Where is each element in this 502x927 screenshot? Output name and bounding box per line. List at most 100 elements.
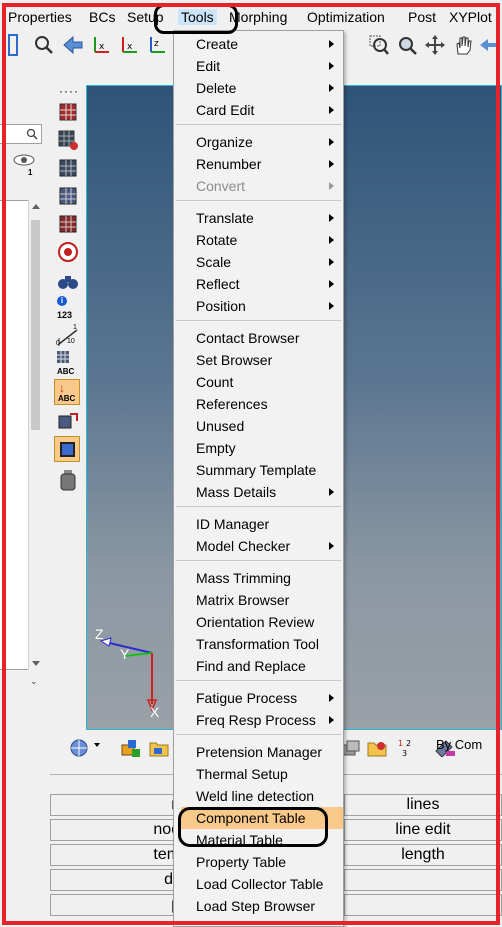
folder-export-icon[interactable] (366, 737, 388, 759)
tree-scrollbar[interactable] (28, 200, 42, 670)
menu-item-mass-details[interactable]: Mass Details (174, 481, 343, 503)
abc-label-2: ABC (58, 394, 76, 403)
menu-item-find-and-replace[interactable]: Find and Replace (174, 655, 343, 677)
select-icon[interactable] (8, 34, 18, 56)
renumber-icon[interactable]: 1 2 3 (396, 735, 420, 759)
menu-item-mass-trimming[interactable]: Mass Trimming (174, 567, 343, 589)
menu-setup[interactable]: Setup (127, 9, 164, 25)
rotate-hand-icon[interactable] (452, 34, 474, 56)
info-icon[interactable]: i (57, 296, 67, 306)
menu-item-edit[interactable]: Edit (174, 55, 343, 77)
menu-item-pretension-manager[interactable]: Pretension Manager (174, 741, 343, 763)
menu-item-freq-resp-process[interactable]: Freq Resp Process (174, 709, 343, 731)
panel-btn-empty-1[interactable] (344, 869, 502, 891)
menu-tools[interactable]: Tools (178, 9, 217, 25)
mesh-settings-icon[interactable] (68, 737, 90, 759)
zoom-window-icon[interactable] (368, 34, 390, 56)
menu-optimization[interactable]: Optimization (307, 9, 385, 25)
menu-item-fatigue-process[interactable]: Fatigue Process (174, 687, 343, 709)
menu-properties[interactable]: Properties (8, 9, 72, 25)
menu-item-component-table[interactable]: Component Table (181, 807, 343, 829)
mesh-display-icon[interactable] (56, 100, 80, 124)
grid-icon[interactable] (56, 350, 70, 364)
svg-text:x: x (99, 42, 105, 52)
binoculars-icon[interactable] (56, 270, 80, 294)
collapse-icon[interactable]: ⌄ (30, 676, 38, 687)
zoom-fit-icon[interactable] (396, 34, 418, 56)
menu-item-label: Renumber (196, 156, 262, 172)
previous-view-icon[interactable] (478, 34, 500, 56)
menu-item-label: References (196, 396, 268, 412)
menu-item-rotate[interactable]: Rotate (174, 229, 343, 251)
menu-item-count[interactable]: Count (174, 371, 343, 393)
menu-item-unused[interactable]: Unused (174, 415, 343, 437)
submenu-arrow-icon (329, 40, 334, 48)
menu-morphing[interactable]: Morphing (229, 9, 287, 25)
mass-icon[interactable] (56, 468, 80, 492)
menu-item-label: Load Collector Table (196, 876, 324, 892)
menu-post[interactable]: Post (408, 9, 436, 25)
menu-item-summary-template[interactable]: Summary Template (174, 459, 343, 481)
menu-item-orientation-review[interactable]: Orientation Review (174, 611, 343, 633)
menu-item-thermal-setup[interactable]: Thermal Setup (174, 763, 343, 785)
zoom-icon[interactable] (32, 34, 54, 56)
menu-item-material-table[interactable]: Material Table (174, 829, 343, 851)
menu-item-label: Empty (196, 440, 236, 456)
menu-bcs[interactable]: BCs (89, 9, 115, 25)
menu-item-load-step-browser[interactable]: Load Step Browser (174, 895, 343, 917)
menu-item-create[interactable]: Create (174, 33, 343, 55)
pan-icon[interactable] (424, 34, 446, 56)
menu-item-id-manager[interactable]: ID Manager (174, 513, 343, 535)
folder-icon[interactable] (148, 737, 170, 759)
panel-btn-node-edit[interactable]: node (50, 819, 190, 841)
component-color-icon[interactable] (120, 737, 142, 759)
menu-item-card-edit[interactable]: Card Edit (174, 99, 343, 121)
panel-btn-points[interactable]: po (50, 894, 190, 916)
menu-item-translate[interactable]: Translate (174, 207, 343, 229)
menu-xyplot[interactable]: XYPlot (449, 9, 492, 25)
panel-btn-nodes[interactable]: no (50, 794, 190, 816)
menu-item-weld-line-detection[interactable]: Weld line detection (174, 785, 343, 807)
shaded-mesh-icon[interactable] (56, 156, 80, 180)
panel-btn-line-edit[interactable]: line edit (344, 819, 502, 841)
back-arrow-icon[interactable] (62, 34, 84, 56)
eye-icon[interactable] (12, 152, 36, 168)
element-normals-icon[interactable] (56, 212, 80, 236)
panel-btn-temp-nodes[interactable]: temp (50, 844, 190, 866)
mesh-edit-icon[interactable] (56, 128, 80, 152)
axis-zx-icon[interactable]: x (118, 34, 140, 56)
menu-item-set-browser[interactable]: Set Browser (174, 349, 343, 371)
scroll-thumb[interactable] (31, 220, 40, 430)
element-icon[interactable] (56, 184, 80, 208)
menu-item-reflect[interactable]: Reflect (174, 273, 343, 295)
menu-item-matrix-browser[interactable]: Matrix Browser (174, 589, 343, 611)
menu-item-transformation-tool[interactable]: Transformation Tool (174, 633, 343, 655)
menu-item-property-table[interactable]: Property Table (174, 851, 343, 873)
by-comp-dropdown[interactable]: By Com (436, 737, 482, 752)
browser-search-input[interactable] (0, 124, 42, 144)
menu-item-contact-browser[interactable]: Contact Browser (174, 327, 343, 349)
face-select-icon[interactable] (54, 436, 80, 462)
target-icon[interactable] (56, 240, 80, 264)
dropdown-arrow-icon[interactable] (94, 743, 100, 747)
panel-btn-distance[interactable]: dist (50, 869, 190, 891)
transform-icon[interactable] (56, 410, 80, 434)
axis-yx-icon[interactable]: x (90, 34, 112, 56)
panel-btn-lines[interactable]: lines (344, 794, 502, 816)
menu-item-delete[interactable]: Delete (174, 77, 343, 99)
menu-item-references[interactable]: References (174, 393, 343, 415)
menu-item-position[interactable]: Position (174, 295, 343, 317)
menu-item-load-collector-table[interactable]: Load Collector Table (174, 873, 343, 895)
axis-y-label: Y (120, 646, 130, 662)
scroll-up-icon[interactable] (32, 204, 40, 209)
panel-btn-empty-2[interactable] (344, 894, 502, 916)
menu-item-renumber[interactable]: Renumber (174, 153, 343, 175)
axis-z-icon[interactable]: z (146, 34, 168, 56)
menu-item-empty[interactable]: Empty (174, 437, 343, 459)
menu-item-scale[interactable]: Scale (174, 251, 343, 273)
label-toggle-icon[interactable]: ↓ ABC (54, 379, 80, 405)
menu-item-model-checker[interactable]: Model Checker (174, 535, 343, 557)
menu-item-organize[interactable]: Organize (174, 131, 343, 153)
panel-btn-length[interactable]: length (344, 844, 502, 866)
scroll-down-icon[interactable] (32, 661, 40, 666)
